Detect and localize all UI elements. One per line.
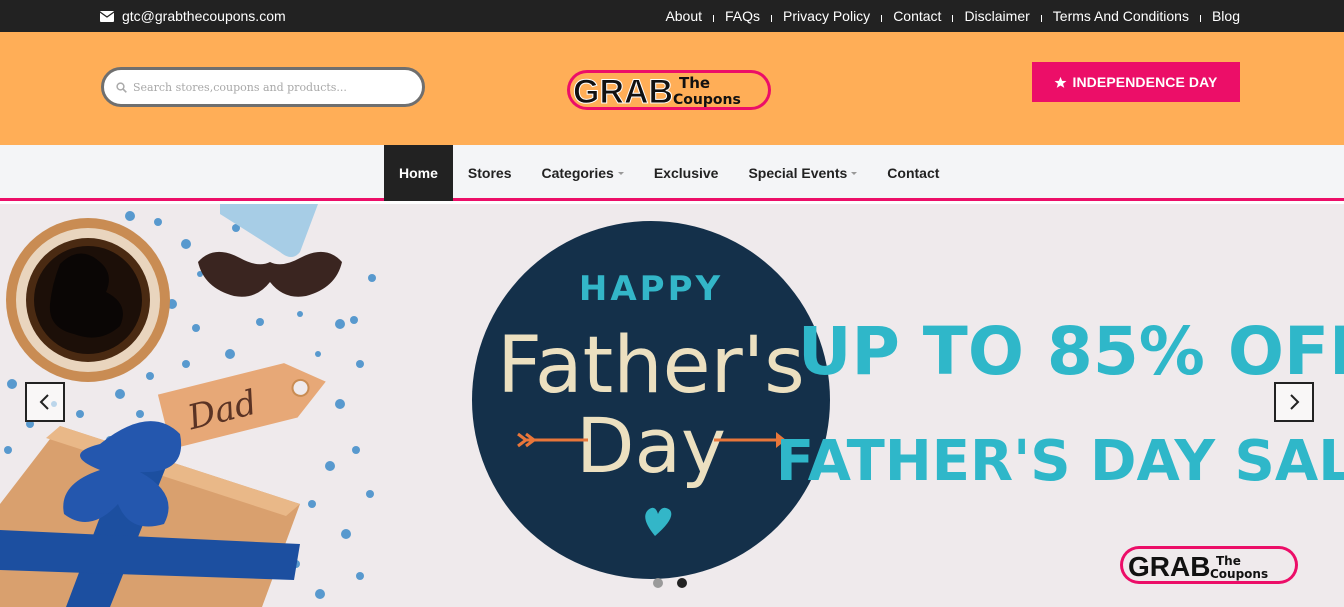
hero-slider[interactable]: Dad HAPPY Father's Day UP TO 85% OFF FAT… (0, 204, 1344, 607)
nav-item-special-events[interactable]: Special Events (733, 145, 872, 201)
event-button-label: INDEPENDENCE DAY (1072, 74, 1218, 90)
top-link-blog[interactable]: Blog (1212, 8, 1240, 24)
logo-coupons-text: Coupons (673, 92, 741, 108)
top-link-terms[interactable]: Terms And Conditions (1053, 8, 1189, 24)
chevron-left-icon (39, 394, 49, 410)
nav-label: Special Events (748, 165, 848, 181)
caret-down-icon (851, 172, 858, 175)
slider-dot-1[interactable] (653, 578, 663, 588)
logo-grab-text: GRAB (573, 73, 673, 111)
main-nav: Home Stores Categories Exclusive Special… (0, 145, 1344, 201)
slider-dots (653, 578, 687, 588)
fathers-day-banner: Dad HAPPY Father's Day UP TO 85% OFF FAT… (0, 204, 1344, 607)
badge-day-text: Day (576, 401, 726, 490)
email-text[interactable]: gtc@grabthecoupons.com (122, 8, 286, 24)
top-link-privacy-policy[interactable]: Privacy Policy (783, 8, 870, 24)
logo-the-text: The (679, 74, 710, 92)
top-link-contact[interactable]: Contact (893, 8, 941, 24)
divider (771, 14, 773, 22)
search-box[interactable] (101, 67, 425, 107)
nav-label: Contact (887, 165, 940, 181)
top-link-about[interactable]: About (665, 8, 702, 24)
site-header: GRAB The Coupons INDEPENDENCE DAY (0, 32, 1344, 145)
nav-item-stores[interactable]: Stores (453, 145, 527, 201)
nav-item-categories[interactable]: Categories (526, 145, 638, 201)
promo-line2-text: FATHER'S DAY SALE (776, 429, 1344, 494)
top-bar: gtc@grabthecoupons.com About FAQs Privac… (0, 0, 1344, 32)
nav-item-exclusive[interactable]: Exclusive (639, 145, 734, 201)
banner-logo-grab-text: GRAB (1128, 551, 1210, 582)
nav-label: Home (399, 165, 438, 181)
slider-next-button[interactable] (1274, 382, 1314, 422)
top-link-disclaimer[interactable]: Disclaimer (964, 8, 1029, 24)
nav-label: Categories (541, 165, 614, 181)
search-input[interactable] (133, 80, 403, 94)
slider-dot-2[interactable] (677, 578, 687, 588)
banner-logo-coupons-text: Coupons (1210, 567, 1268, 581)
divider (881, 14, 883, 22)
nav-item-home[interactable]: Home (384, 145, 453, 201)
star-icon (1055, 76, 1067, 88)
search-icon (116, 81, 127, 93)
promo-line1-text: UP TO 85% OFF (798, 313, 1344, 390)
badge-happy-text: HAPPY (579, 269, 723, 309)
chevron-right-icon (1290, 394, 1300, 410)
slider-prev-button[interactable] (25, 382, 65, 422)
top-link-faqs[interactable]: FAQs (725, 8, 760, 24)
nav-item-contact[interactable]: Contact (872, 145, 954, 201)
banner-logo-the-text: The (1216, 554, 1241, 568)
site-logo[interactable]: GRAB The Coupons (563, 64, 775, 114)
top-links: About FAQs Privacy Policy Contact Discla… (665, 0, 1240, 32)
caret-down-icon (617, 172, 624, 175)
divider (713, 14, 715, 22)
divider (952, 14, 954, 22)
contact-email[interactable]: gtc@grabthecoupons.com (100, 0, 286, 32)
envelope-icon (100, 10, 114, 22)
nav-label: Exclusive (653, 165, 719, 181)
badge-fathers-text: Father's (497, 321, 805, 411)
divider (1199, 14, 1201, 22)
nav-label: Stores (467, 165, 512, 181)
divider (1040, 14, 1042, 22)
independence-day-button[interactable]: INDEPENDENCE DAY (1032, 62, 1240, 102)
